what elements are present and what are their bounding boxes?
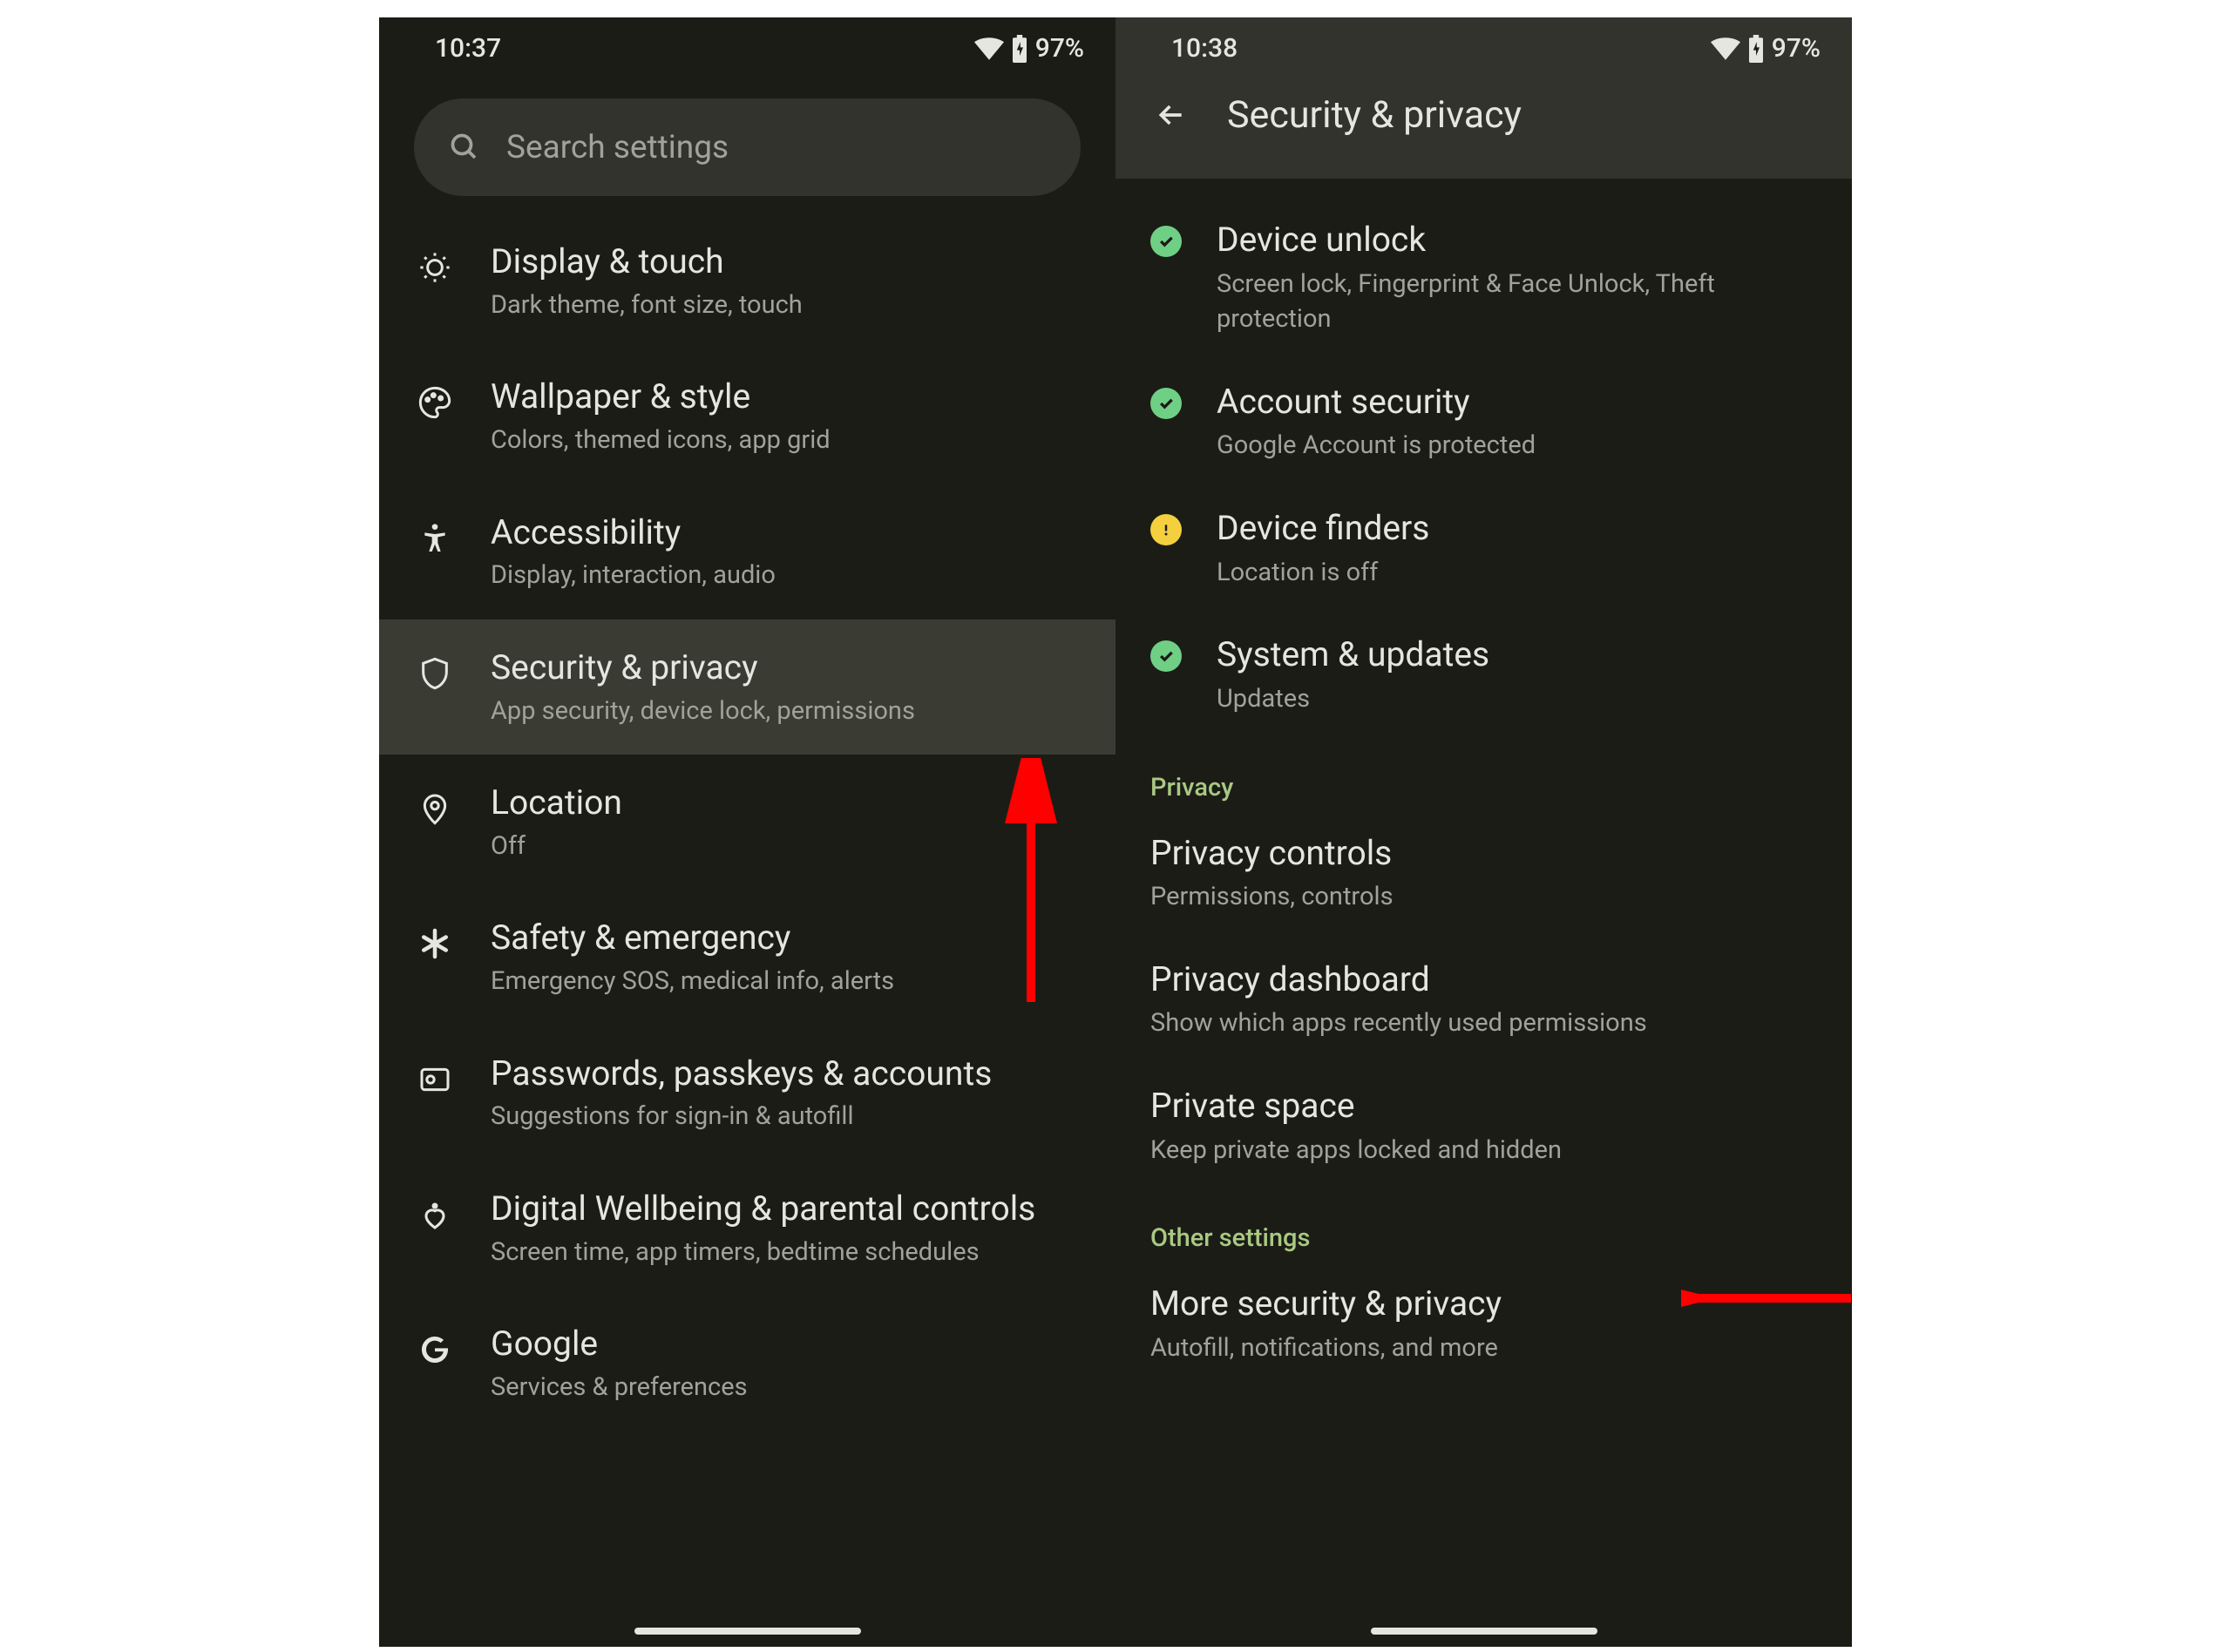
search-settings[interactable]: Search settings <box>414 98 1081 196</box>
status-bar: 10:37 97% <box>379 17 1116 72</box>
settings-item-security-privacy[interactable]: Security & privacy App security, device … <box>379 620 1116 755</box>
search-icon <box>449 132 480 163</box>
status-ok-icon <box>1150 226 1182 257</box>
item-subtitle: Suggestions for sign-in & autofill <box>491 1099 1098 1134</box>
settings-item-passwords[interactable]: Passwords, passkeys & accounts Suggestio… <box>379 1026 1116 1161</box>
item-title: Safety & emergency <box>491 916 1098 960</box>
privacy-item-dashboard[interactable]: Privacy dashboard Show which apps recent… <box>1116 936 1852 1062</box>
sec-title: Account security <box>1217 379 1817 425</box>
status-time: 10:37 <box>435 33 501 64</box>
privacy-title: More security & privacy <box>1150 1281 1817 1327</box>
item-subtitle: Screen time, app timers, bedtime schedul… <box>491 1235 1098 1270</box>
settings-item-accessibility[interactable]: Accessibility Display, interaction, audi… <box>379 484 1116 620</box>
status-time: 10:38 <box>1171 33 1238 64</box>
battery-icon <box>1011 35 1028 63</box>
sec-sub: Location is off <box>1217 555 1817 591</box>
item-title: Accessibility <box>491 511 1098 555</box>
section-label-other: Other settings <box>1116 1188 1852 1260</box>
location-icon <box>414 788 456 829</box>
settings-item-wellbeing[interactable]: Digital Wellbeing & parental controls Sc… <box>379 1161 1116 1296</box>
status-right: 97% <box>1711 33 1821 64</box>
status-ok-icon <box>1150 640 1182 672</box>
arrow-back-icon <box>1154 98 1189 132</box>
accessibility-icon <box>414 518 456 559</box>
settings-screen: 10:37 97% Search settings Display & touc… <box>379 17 1116 1647</box>
battery-pct: 97% <box>1772 33 1821 64</box>
item-subtitle: App security, device lock, permissions <box>491 694 1098 729</box>
item-title: Passwords, passkeys & accounts <box>491 1052 1098 1096</box>
settings-item-location[interactable]: Location Off <box>379 755 1116 890</box>
sec-sub: Updates <box>1217 681 1817 717</box>
asterisk-icon <box>414 923 456 965</box>
wifi-icon <box>974 37 1004 60</box>
security-privacy-screen: 10:38 97% Security & privacy Device unlo… <box>1116 17 1852 1647</box>
back-button[interactable] <box>1150 94 1192 136</box>
settings-item-safety[interactable]: Safety & emergency Emergency SOS, medica… <box>379 890 1116 1025</box>
palette-icon <box>414 382 456 423</box>
item-subtitle: Colors, themed icons, app grid <box>491 423 1098 458</box>
other-item-more-security[interactable]: More security & privacy Autofill, notifi… <box>1116 1260 1852 1386</box>
search-placeholder: Search settings <box>506 129 729 166</box>
wellbeing-icon <box>414 1194 456 1236</box>
item-title: Display & touch <box>491 240 1098 284</box>
status-ok-icon <box>1150 388 1182 419</box>
sec-title: System & updates <box>1217 632 1817 678</box>
item-title: Wallpaper & style <box>491 375 1098 419</box>
privacy-sub: Keep private apps locked and hidden <box>1150 1133 1817 1168</box>
privacy-title: Privacy controls <box>1150 830 1817 877</box>
item-title: Google <box>491 1322 1098 1366</box>
privacy-item-private-space[interactable]: Private space Keep private apps locked a… <box>1116 1062 1852 1188</box>
page-title: Security & privacy <box>1227 93 1522 137</box>
sec-title: Device unlock <box>1217 217 1817 263</box>
shield-icon <box>414 653 456 694</box>
privacy-sub: Autofill, notifications, and more <box>1150 1330 1817 1366</box>
status-right: 97% <box>974 33 1084 64</box>
nav-bar[interactable] <box>634 1628 861 1635</box>
key-icon <box>414 1059 456 1100</box>
privacy-title: Private space <box>1150 1083 1817 1129</box>
item-subtitle: Services & preferences <box>491 1370 1098 1405</box>
nav-bar[interactable] <box>1371 1628 1597 1635</box>
privacy-item-controls[interactable]: Privacy controls Permissions, controls <box>1116 809 1852 936</box>
privacy-title: Privacy dashboard <box>1150 957 1817 1003</box>
status-bar: 10:38 97% <box>1116 17 1852 72</box>
item-subtitle: Emergency SOS, medical info, alerts <box>491 964 1098 999</box>
item-subtitle: Display, interaction, audio <box>491 558 1098 593</box>
sec-sub: Screen lock, Fingerprint & Face Unlock, … <box>1217 267 1817 337</box>
section-label-privacy: Privacy <box>1116 738 1852 809</box>
sec-item-device-unlock[interactable]: Device unlock Screen lock, Fingerprint &… <box>1116 196 1852 358</box>
battery-pct: 97% <box>1035 33 1084 64</box>
brightness-icon <box>414 247 456 288</box>
google-icon <box>414 1329 456 1371</box>
item-title: Location <box>491 781 1098 825</box>
privacy-sub: Permissions, controls <box>1150 879 1817 915</box>
settings-item-wallpaper[interactable]: Wallpaper & style Colors, themed icons, … <box>379 349 1116 484</box>
item-title: Digital Wellbeing & parental controls <box>491 1187 1098 1231</box>
sec-sub: Google Account is protected <box>1217 428 1817 464</box>
sec-title: Device finders <box>1217 505 1817 552</box>
wifi-icon <box>1711 37 1740 60</box>
sec-item-account-security[interactable]: Account security Google Account is prote… <box>1116 358 1852 484</box>
status-warning-icon <box>1150 514 1182 545</box>
privacy-sub: Show which apps recently used permission… <box>1150 1005 1817 1041</box>
sec-item-system-updates[interactable]: System & updates Updates <box>1116 611 1852 737</box>
battery-icon <box>1747 35 1765 63</box>
item-subtitle: Dark theme, font size, touch <box>491 288 1098 323</box>
settings-item-google[interactable]: Google Services & preferences <box>379 1296 1116 1431</box>
item-title: Security & privacy <box>491 646 1098 690</box>
sec-item-device-finders[interactable]: Device finders Location is off <box>1116 484 1852 611</box>
item-subtitle: Off <box>491 829 1098 864</box>
settings-item-display[interactable]: Display & touch Dark theme, font size, t… <box>379 213 1116 349</box>
